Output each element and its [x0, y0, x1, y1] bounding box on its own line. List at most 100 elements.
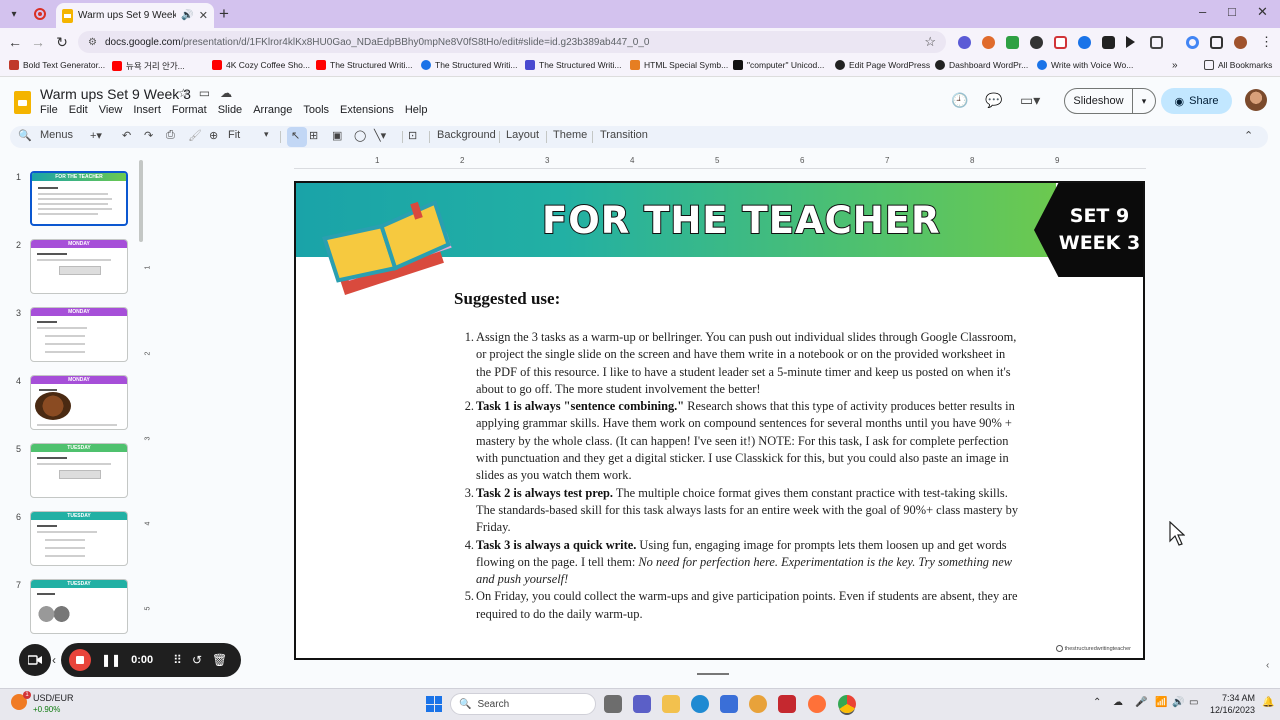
- forward-arrow-icon[interactable]: →: [28, 32, 48, 52]
- suggested-use-heading[interactable]: Suggested use:: [454, 289, 560, 309]
- store-icon[interactable]: [720, 695, 738, 713]
- speaker-icon[interactable]: 🔊: [181, 10, 193, 21]
- account-avatar[interactable]: [1245, 89, 1267, 111]
- recording-indicator-icon[interactable]: [34, 8, 46, 20]
- play-extension-icon[interactable]: [1126, 36, 1135, 48]
- recorder-camera-button[interactable]: [19, 644, 51, 676]
- slide-thumbnail-6[interactable]: TUESDAY: [30, 511, 128, 566]
- theme-button[interactable]: Theme: [553, 129, 587, 141]
- text-box-icon[interactable]: ⊞: [309, 129, 318, 142]
- edge-browser-icon[interactable]: [691, 695, 709, 713]
- menu-file[interactable]: File: [40, 104, 58, 116]
- system-clock[interactable]: 7:34 AM 12/16/2023: [1205, 692, 1255, 716]
- address-bar[interactable]: ⚙ docs.google.com/presentation/d/1FKlror…: [78, 31, 946, 53]
- bookmarks-overflow-icon[interactable]: »: [1172, 60, 1178, 71]
- tab-close-icon[interactable]: ✕: [199, 9, 208, 22]
- google-slides-logo-icon[interactable]: [14, 91, 31, 114]
- redo-icon[interactable]: ↷: [144, 129, 153, 142]
- pause-icon[interactable]: ❚❚: [101, 653, 121, 667]
- zoom-icon[interactable]: ⊕: [209, 129, 218, 142]
- grid-icon[interactable]: ⠿: [173, 653, 182, 667]
- tray-overflow-icon[interactable]: ⌃: [1093, 697, 1101, 708]
- paint-format-icon[interactable]: 🖌: [188, 129, 202, 142]
- app-icon[interactable]: [749, 695, 767, 713]
- line-icon[interactable]: ╲▾: [374, 129, 386, 142]
- slide-banner-title[interactable]: FOR THE TEACHER: [541, 198, 940, 243]
- chrome-icon[interactable]: [838, 695, 856, 713]
- background-button[interactable]: Background: [437, 129, 496, 141]
- move-folder-icon[interactable]: ▭: [199, 86, 210, 100]
- chrome-menu-icon[interactable]: ⋮: [1260, 34, 1273, 49]
- side-panel-icon[interactable]: [1210, 36, 1223, 49]
- bookmark-item[interactable]: 뉴욕 거리 안가...: [112, 60, 185, 72]
- open-book-illustration[interactable]: [314, 198, 474, 308]
- bookmark-item[interactable]: Bold Text Generator...: [9, 60, 105, 70]
- bookmark-item[interactable]: Edit Page WordPress: [835, 60, 930, 70]
- chevron-down-icon[interactable]: ▾: [1133, 96, 1155, 107]
- bookmark-item[interactable]: Dashboard WordPr...: [935, 60, 1028, 70]
- side-panel-toggle-icon[interactable]: ‹: [1266, 660, 1269, 671]
- menu-tools[interactable]: Tools: [303, 104, 329, 116]
- volume-icon[interactable]: 🔊: [1172, 697, 1184, 708]
- extension-icon[interactable]: [1078, 36, 1091, 49]
- teams-chat-icon[interactable]: [633, 695, 651, 713]
- slide-thumbnail-1[interactable]: FOR THE TEACHER: [30, 171, 128, 226]
- transition-button[interactable]: Transition: [600, 129, 648, 141]
- menu-format[interactable]: Format: [172, 104, 207, 116]
- battery-icon[interactable]: ▭: [1189, 697, 1198, 708]
- slide-thumbnail-3[interactable]: MONDAY: [30, 307, 128, 362]
- bookmark-star-icon[interactable]: ☆: [924, 34, 936, 50]
- chevron-down-icon[interactable]: ▾: [264, 129, 269, 140]
- new-slide-icon[interactable]: +▾: [90, 129, 102, 142]
- recorder-collapse-icon[interactable]: ‹: [52, 653, 56, 667]
- bookmark-item[interactable]: HTML Special Symb...: [630, 60, 728, 70]
- extension-icon[interactable]: [1030, 36, 1043, 49]
- back-arrow-icon[interactable]: ←: [5, 32, 25, 52]
- extension-icon[interactable]: [1006, 36, 1019, 49]
- notifications-icon[interactable]: 🔔: [1262, 697, 1274, 708]
- mcafee-icon[interactable]: [778, 695, 796, 713]
- share-button[interactable]: ◉ Share: [1161, 88, 1232, 114]
- current-slide[interactable]: FOR THE TEACHER SET 9 WEEK 3 Suggested u…: [294, 181, 1145, 660]
- maximize-button[interactable]: □: [1228, 4, 1236, 19]
- menu-extensions[interactable]: Extensions: [340, 104, 394, 116]
- bookmark-item[interactable]: "computer" Unicod...: [733, 60, 824, 70]
- menu-slide[interactable]: Slide: [218, 104, 242, 116]
- slide-thumbnail-4[interactable]: MONDAY: [30, 375, 128, 430]
- search-menus-input[interactable]: Menus: [40, 129, 73, 141]
- menu-help[interactable]: Help: [405, 104, 428, 116]
- slideshow-button[interactable]: Slideshow ▾: [1064, 88, 1156, 114]
- filmstrip-scrollbar[interactable]: [139, 160, 143, 242]
- bookmark-item[interactable]: The Structured Writi...: [525, 60, 622, 70]
- document-title[interactable]: Warm ups Set 9 Week 3: [40, 86, 191, 102]
- taskbar-search-box[interactable]: 🔍 Search: [450, 693, 596, 715]
- comments-icon[interactable]: 💬: [985, 92, 1002, 109]
- meet-camera-icon[interactable]: ▭▾: [1020, 92, 1040, 109]
- new-tab-icon[interactable]: +: [219, 4, 229, 24]
- menu-insert[interactable]: Insert: [133, 104, 161, 116]
- menu-edit[interactable]: Edit: [69, 104, 88, 116]
- close-window-button[interactable]: ✕: [1257, 4, 1268, 20]
- stop-recording-button[interactable]: [69, 649, 91, 671]
- all-bookmarks-button[interactable]: All Bookmarks: [1204, 60, 1272, 70]
- profile-avatar[interactable]: [1234, 36, 1247, 49]
- menu-arrange[interactable]: Arrange: [253, 104, 292, 116]
- minimize-button[interactable]: –: [1199, 4, 1206, 19]
- insert-image-icon[interactable]: ▣: [332, 129, 342, 142]
- slide-thumbnail-2[interactable]: MONDAY: [30, 239, 128, 294]
- restart-icon[interactable]: ↺: [192, 653, 202, 667]
- browser-tab-active[interactable]: Warm ups Set 9 Week 3 - G 🔊 ✕: [56, 3, 214, 28]
- extension-icon[interactable]: [958, 36, 971, 49]
- undo-icon[interactable]: ↶: [122, 129, 131, 142]
- add-comment-icon[interactable]: ⊡: [408, 129, 417, 142]
- print-icon[interactable]: ⎙: [166, 129, 175, 142]
- extension-icon[interactable]: [1054, 36, 1067, 49]
- bookmark-item[interactable]: The Structured Writi...: [316, 60, 413, 70]
- task-view-icon[interactable]: [604, 695, 622, 713]
- speaker-notes-handle[interactable]: [697, 673, 729, 675]
- version-history-icon[interactable]: 🕘: [951, 92, 968, 109]
- bookmark-item[interactable]: The Structured Writi...: [421, 60, 518, 70]
- zoom-select[interactable]: Fit: [228, 129, 240, 141]
- delete-icon[interactable]: 🗑: [212, 653, 227, 667]
- microphone-icon[interactable]: 🎤: [1135, 697, 1147, 708]
